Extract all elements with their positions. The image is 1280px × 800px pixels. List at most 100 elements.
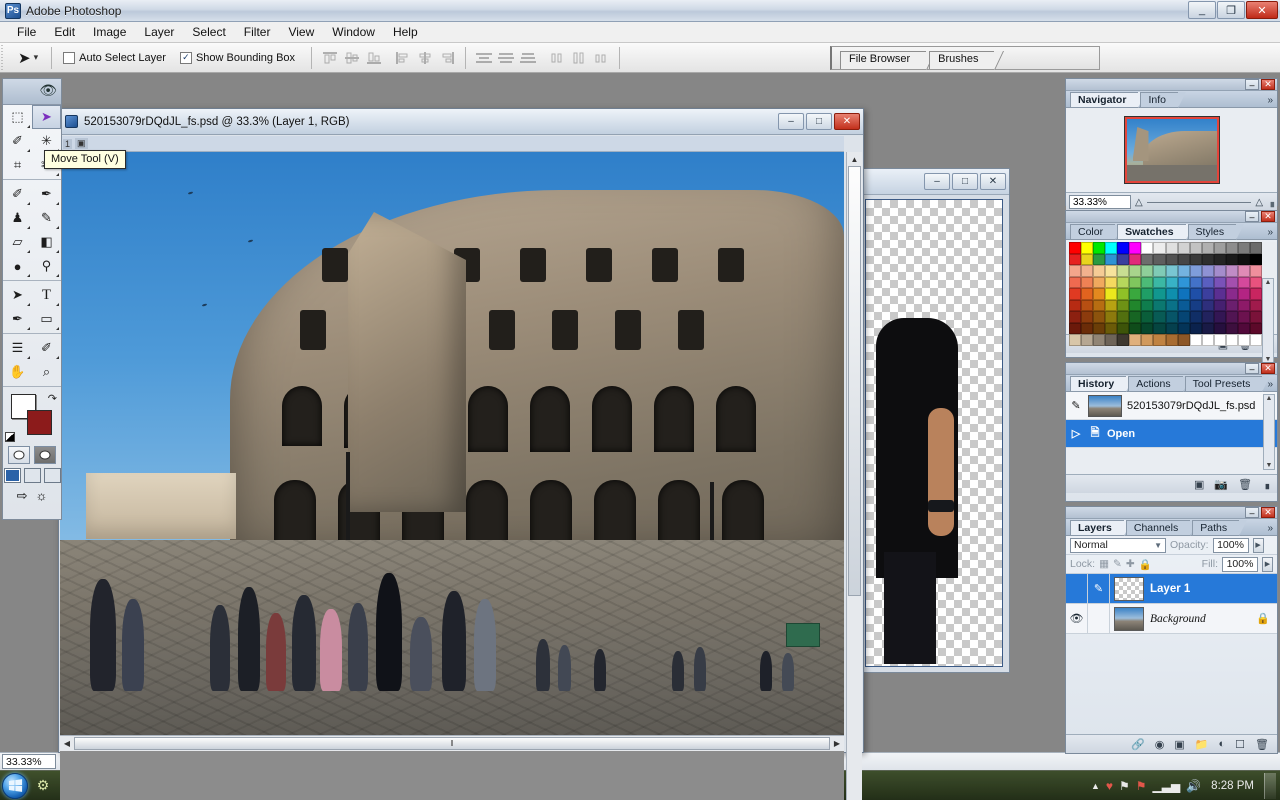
color-swatch[interactable]	[1081, 322, 1094, 334]
color-swatch[interactable]	[1165, 288, 1178, 300]
tool-notes[interactable]: ☰	[3, 336, 32, 360]
color-swatch[interactable]	[1081, 288, 1094, 300]
tool-pen[interactable]: ✒	[3, 307, 32, 331]
distribute-bottom-edges-icon[interactable]	[518, 49, 538, 67]
history-scrollbar[interactable]: ▲ ▼	[1263, 394, 1275, 470]
color-swatch[interactable]	[1237, 276, 1250, 288]
new-document-from-state-icon[interactable]: ▣	[1194, 478, 1204, 491]
color-swatch[interactable]	[1093, 334, 1106, 346]
color-swatch[interactable]	[1129, 253, 1142, 265]
tab-swatches[interactable]: Swatches	[1117, 224, 1195, 240]
horizontal-scroll-thumb[interactable]: ‖	[74, 737, 830, 750]
palette-menu-icon[interactable]: »	[1267, 227, 1273, 238]
color-swatch[interactable]	[1225, 311, 1238, 323]
signal-strength-tray-icon[interactable]: ▁▃▅	[1153, 779, 1181, 793]
tool-brush[interactable]: ✒	[32, 182, 61, 206]
color-swatch[interactable]	[1237, 265, 1250, 277]
color-swatch[interactable]	[1225, 253, 1238, 265]
doc-close-button[interactable]: ✕	[834, 113, 860, 130]
menu-file[interactable]: File	[8, 23, 45, 41]
add-layer-style-icon[interactable]: ◉	[1155, 738, 1165, 751]
color-swatch[interactable]	[1225, 334, 1238, 346]
menu-filter[interactable]: Filter	[235, 23, 280, 41]
resize-grip-icon[interactable]: ▗	[1262, 479, 1269, 490]
palette-menu-icon[interactable]: »	[1267, 379, 1273, 390]
zoom-in-icon[interactable]: △	[1255, 197, 1263, 208]
color-swatch[interactable]	[1117, 265, 1130, 277]
color-swatch[interactable]	[1153, 253, 1166, 265]
color-swatch[interactable]	[1117, 334, 1130, 346]
color-swatch[interactable]	[1105, 311, 1118, 323]
color-swatch[interactable]	[1165, 253, 1178, 265]
color-swatch[interactable]	[1081, 276, 1094, 288]
history-snapshot-row[interactable]: ✎ 520153079rDQdJL_fs.psd	[1066, 392, 1277, 420]
color-swatch[interactable]	[1189, 253, 1202, 265]
color-swatch[interactable]	[1249, 265, 1262, 277]
navigator-preview[interactable]	[1066, 108, 1277, 192]
color-swatch[interactable]	[1165, 299, 1178, 311]
minimize-button[interactable]: _	[1188, 1, 1216, 19]
resize-grip-icon[interactable]: ▗	[1267, 197, 1274, 208]
current-tool-preset-picker[interactable]: ➤ ▾	[10, 49, 44, 67]
swatch-grid[interactable]	[1069, 242, 1262, 346]
color-swatch[interactable]	[1129, 299, 1142, 311]
new-adjustment-layer-icon[interactable]: ◐	[1219, 738, 1226, 750]
layer-name[interactable]: Background	[1150, 613, 1206, 625]
fill-input[interactable]: 100%	[1222, 556, 1258, 572]
distribute-top-edges-icon[interactable]	[474, 49, 494, 67]
close-button[interactable]: ✕	[1261, 79, 1275, 90]
color-swatch[interactable]	[1093, 276, 1106, 288]
distribute-left-edges-icon[interactable]	[547, 49, 567, 67]
color-swatch[interactable]	[1249, 322, 1262, 334]
color-swatch[interactable]	[1081, 253, 1094, 265]
color-swatch[interactable]	[1105, 322, 1118, 334]
collapse-button[interactable]: –	[1245, 211, 1259, 222]
color-swatch[interactable]	[1069, 253, 1082, 265]
layers-palette-titlebar[interactable]: – ✕	[1066, 507, 1277, 519]
color-swatch[interactable]	[1177, 253, 1190, 265]
close-button[interactable]: ✕	[1261, 363, 1275, 374]
action-center-tray-icon[interactable]: ⚑	[1136, 779, 1147, 793]
color-swatch[interactable]	[1201, 265, 1214, 277]
palette-well-tab-file-browser[interactable]: File Browser	[840, 51, 928, 69]
color-swatch[interactable]	[1153, 276, 1166, 288]
full-screen-mode-icon[interactable]	[43, 468, 61, 483]
show-desktop-icon[interactable]: ⚙	[32, 774, 54, 798]
tool-path-selection[interactable]: ➤	[3, 283, 32, 307]
trash-icon[interactable]: 🗑	[1238, 478, 1252, 491]
color-swatch[interactable]	[1201, 288, 1214, 300]
color-swatch[interactable]	[1177, 288, 1190, 300]
lock-position-icon[interactable]: ✚	[1126, 558, 1135, 570]
color-swatch[interactable]	[1117, 311, 1130, 323]
color-swatch[interactable]	[1237, 334, 1250, 346]
color-swatch[interactable]	[1165, 311, 1178, 323]
background-color-swatch[interactable]	[27, 410, 52, 435]
color-swatch[interactable]	[1237, 322, 1250, 334]
color-swatch[interactable]	[1117, 299, 1130, 311]
color-swatch[interactable]	[1129, 242, 1142, 254]
color-swatch[interactable]	[1237, 288, 1250, 300]
color-swatch[interactable]	[1153, 242, 1166, 254]
color-swatch[interactable]	[1213, 276, 1226, 288]
color-swatch[interactable]	[1213, 265, 1226, 277]
color-swatch[interactable]	[1153, 265, 1166, 277]
color-swatch[interactable]	[1177, 311, 1190, 323]
tab-layers[interactable]: Layers	[1070, 520, 1132, 536]
lock-transparent-pixels-icon[interactable]: ▦	[1099, 558, 1109, 570]
color-swatch[interactable]	[1177, 334, 1190, 346]
zoom-out-icon[interactable]: △	[1135, 197, 1143, 208]
tab-navigator[interactable]: Navigator	[1070, 92, 1147, 108]
color-swatch[interactable]	[1069, 322, 1082, 334]
vertical-scroll-thumb[interactable]	[848, 166, 861, 596]
color-swatch[interactable]	[1093, 253, 1106, 265]
color-swatch[interactable]	[1237, 299, 1250, 311]
color-swatch[interactable]	[1069, 334, 1082, 346]
color-swatch[interactable]	[1141, 322, 1154, 334]
color-swatch[interactable]	[1105, 288, 1118, 300]
antivirus-tray-icon[interactable]: ♥	[1106, 779, 1113, 793]
color-swatch[interactable]	[1081, 311, 1094, 323]
color-swatch[interactable]	[1213, 299, 1226, 311]
color-swatch[interactable]	[1093, 288, 1106, 300]
lock-all-icon[interactable]: 🔒	[1139, 558, 1152, 571]
color-swatch[interactable]	[1237, 253, 1250, 265]
